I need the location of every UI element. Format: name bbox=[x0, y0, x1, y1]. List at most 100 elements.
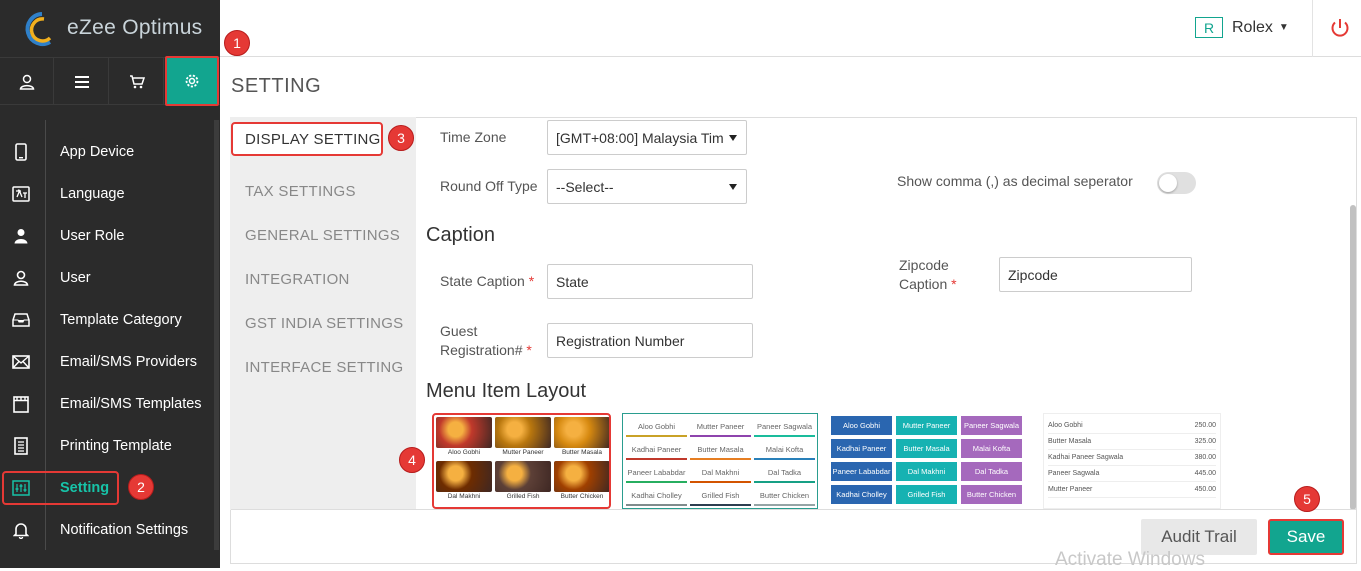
layout4-list: Aloo Gobhi 250.00 Butter Masala 325.00 Kadha… bbox=[1048, 418, 1216, 498]
panel-scrollbar[interactable] bbox=[1350, 117, 1357, 510]
food-label: Mutter Paneer bbox=[502, 449, 544, 456]
layout3-item: Dal Tadka bbox=[961, 462, 1022, 481]
roundoff-value: --Select-- bbox=[556, 178, 614, 195]
user-role-icon bbox=[10, 225, 32, 247]
dropdown-arrow-icon bbox=[729, 135, 737, 141]
cart-icon bbox=[129, 74, 145, 88]
timezone-select[interactable]: [GMT+08:00] Malaysia Tim bbox=[547, 120, 747, 155]
footer-divider bbox=[231, 509, 1357, 510]
list-icon bbox=[74, 75, 89, 88]
food-tile: Dal Makhni bbox=[436, 461, 492, 503]
receipt-icon bbox=[10, 435, 32, 457]
layout-option-colored[interactable]: Aloo Gobhi Mutter Paneer Paneer Sagwala Kad… bbox=[831, 413, 1023, 509]
tab-tax-settings[interactable]: TAX SETTINGS bbox=[245, 183, 356, 200]
layout3-item: Kadhai Cholley bbox=[831, 485, 892, 504]
sidebar-item-label: Email/SMS Providers bbox=[60, 353, 197, 370]
language-icon bbox=[10, 183, 32, 205]
layout3-item: Malai Kofta bbox=[961, 439, 1022, 458]
sidebar-item-language[interactable]: Language bbox=[0, 173, 220, 215]
sidebar-item-printing-template[interactable]: Printing Template bbox=[0, 425, 220, 467]
layout4-item-price: 450.00 bbox=[1194, 486, 1216, 493]
sidebar-item-app-device[interactable]: App Device bbox=[0, 131, 220, 173]
food-label: Grilled Fish bbox=[506, 493, 540, 500]
app-logo[interactable]: eZee Optimus bbox=[0, 0, 220, 57]
menu-tab[interactable] bbox=[55, 58, 109, 105]
layout-option-text-underline[interactable]: Aloo Gobhi Mutter Paneer Paneer Sagwala Kad… bbox=[622, 413, 818, 509]
roundoff-select[interactable]: --Select-- bbox=[547, 169, 747, 204]
sidebar-item-notification-settings[interactable]: Notification Settings bbox=[0, 509, 220, 551]
user-icon bbox=[19, 74, 34, 90]
zipcode-caption-input[interactable]: Zipcode bbox=[999, 257, 1192, 292]
tab-label: DISPLAY SETTING bbox=[245, 131, 381, 148]
callout-1: 1 bbox=[224, 30, 250, 56]
sidebar-item-email-sms-templates[interactable]: Email/SMS Templates bbox=[0, 383, 220, 425]
layout4-item-name: Mutter Paneer bbox=[1048, 486, 1093, 493]
layout-option-list[interactable]: Aloo Gobhi 250.00 Butter Masala 325.00 Kadha… bbox=[1043, 413, 1221, 509]
layout4-item-name: Aloo Gobhi bbox=[1048, 422, 1083, 429]
food-image bbox=[495, 461, 551, 492]
scrollbar-thumb[interactable] bbox=[1350, 205, 1356, 510]
roundoff-label: Round Off Type bbox=[440, 178, 538, 194]
layout4-item-name: Paneer Sagwala bbox=[1048, 470, 1100, 477]
toggle-knob bbox=[1159, 174, 1177, 192]
tab-interface-setting[interactable]: INTERFACE SETTING bbox=[245, 359, 403, 376]
layout4-item-price: 380.00 bbox=[1194, 454, 1216, 461]
layout2-item: Grilled Fish bbox=[690, 487, 751, 506]
layout2-item: Malai Kofta bbox=[754, 441, 815, 460]
food-image bbox=[436, 417, 492, 448]
timezone-value: [GMT+08:00] Malaysia Tim bbox=[556, 129, 724, 146]
layout3-item: Paneer Lababdar bbox=[831, 462, 892, 481]
sidebar-icon-bar bbox=[0, 56, 220, 106]
state-caption-label: State Caption * bbox=[440, 273, 535, 289]
sidebar-item-label: Email/SMS Templates bbox=[60, 395, 202, 412]
comma-toggle[interactable] bbox=[1157, 172, 1196, 194]
tab-gst-india-settings[interactable]: GST INDIA SETTINGS bbox=[245, 315, 403, 332]
sidebar-item-email-sms-providers[interactable]: Email/SMS Providers bbox=[0, 341, 220, 383]
food-tile: Butter Chicken bbox=[554, 461, 609, 503]
cart-tab[interactable] bbox=[110, 58, 164, 105]
layout4-row: Mutter Paneer 450.00 bbox=[1048, 482, 1216, 498]
food-tile: Butter Masala bbox=[554, 417, 609, 459]
food-tile: Mutter Paneer bbox=[495, 417, 551, 459]
tab-integration[interactable]: INTEGRATION bbox=[245, 271, 350, 288]
callout-4: 4 bbox=[399, 447, 425, 473]
power-icon[interactable] bbox=[1328, 16, 1352, 40]
tab-display-setting[interactable]: DISPLAY SETTING bbox=[231, 122, 383, 156]
layout4-item-name: Butter Masala bbox=[1048, 438, 1092, 445]
user-name: Rolex bbox=[1232, 18, 1273, 36]
dropdown-arrow-icon bbox=[729, 184, 737, 190]
layout4-item-name: Kadhai Paneer Sagwala bbox=[1048, 454, 1124, 461]
layout-option-image[interactable]: Aloo Gobhi Mutter Paneer Butter Masala Dal … bbox=[432, 413, 611, 509]
state-caption-input[interactable]: State bbox=[547, 264, 753, 299]
guest-registration-input[interactable]: Registration Number bbox=[547, 323, 753, 358]
tab-general-settings[interactable]: GENERAL SETTINGS bbox=[245, 227, 400, 244]
sidebar-item-user[interactable]: User bbox=[0, 257, 220, 299]
food-image bbox=[436, 461, 492, 492]
layout2-item: Aloo Gobhi bbox=[626, 418, 687, 437]
inbox-icon bbox=[10, 309, 32, 331]
settings-tabs: TAX SETTINGS GENERAL SETTINGS INTEGRATIO… bbox=[230, 117, 416, 510]
save-button[interactable]: Save bbox=[1268, 519, 1344, 555]
caption-heading: Caption bbox=[426, 224, 495, 246]
sidebar-item-user-role[interactable]: User Role bbox=[0, 215, 220, 257]
layout3-item: Mutter Paneer bbox=[896, 416, 957, 435]
food-image bbox=[554, 461, 609, 492]
layout4-row: Butter Masala 325.00 bbox=[1048, 434, 1216, 450]
settings-tab[interactable] bbox=[165, 56, 219, 106]
callout-2: 2 bbox=[128, 474, 154, 500]
sidebar-item-label: User Role bbox=[60, 227, 125, 244]
sidebar-item-setting[interactable]: Setting bbox=[0, 471, 220, 505]
top-bar: R Rolex ▼ bbox=[220, 0, 1361, 57]
food-tile: Grilled Fish bbox=[495, 461, 551, 503]
sidebar-item-label: Printing Template bbox=[60, 437, 172, 454]
user-menu[interactable]: R Rolex ▼ bbox=[1195, 17, 1289, 38]
layout2-item: Paneer Lababdar bbox=[626, 464, 687, 483]
callout-3: 3 bbox=[388, 125, 414, 151]
tablet-icon bbox=[10, 141, 32, 163]
layout2-item: Kadhai Paneer bbox=[626, 441, 687, 460]
profile-tab[interactable] bbox=[0, 58, 54, 105]
sidebar-item-label: Setting bbox=[60, 479, 110, 496]
envelope-icon bbox=[10, 351, 32, 373]
sidebar-item-template-category[interactable]: Template Category bbox=[0, 299, 220, 341]
layout2-grid: Aloo Gobhi Mutter Paneer Paneer Sagwala Kad… bbox=[626, 418, 815, 506]
